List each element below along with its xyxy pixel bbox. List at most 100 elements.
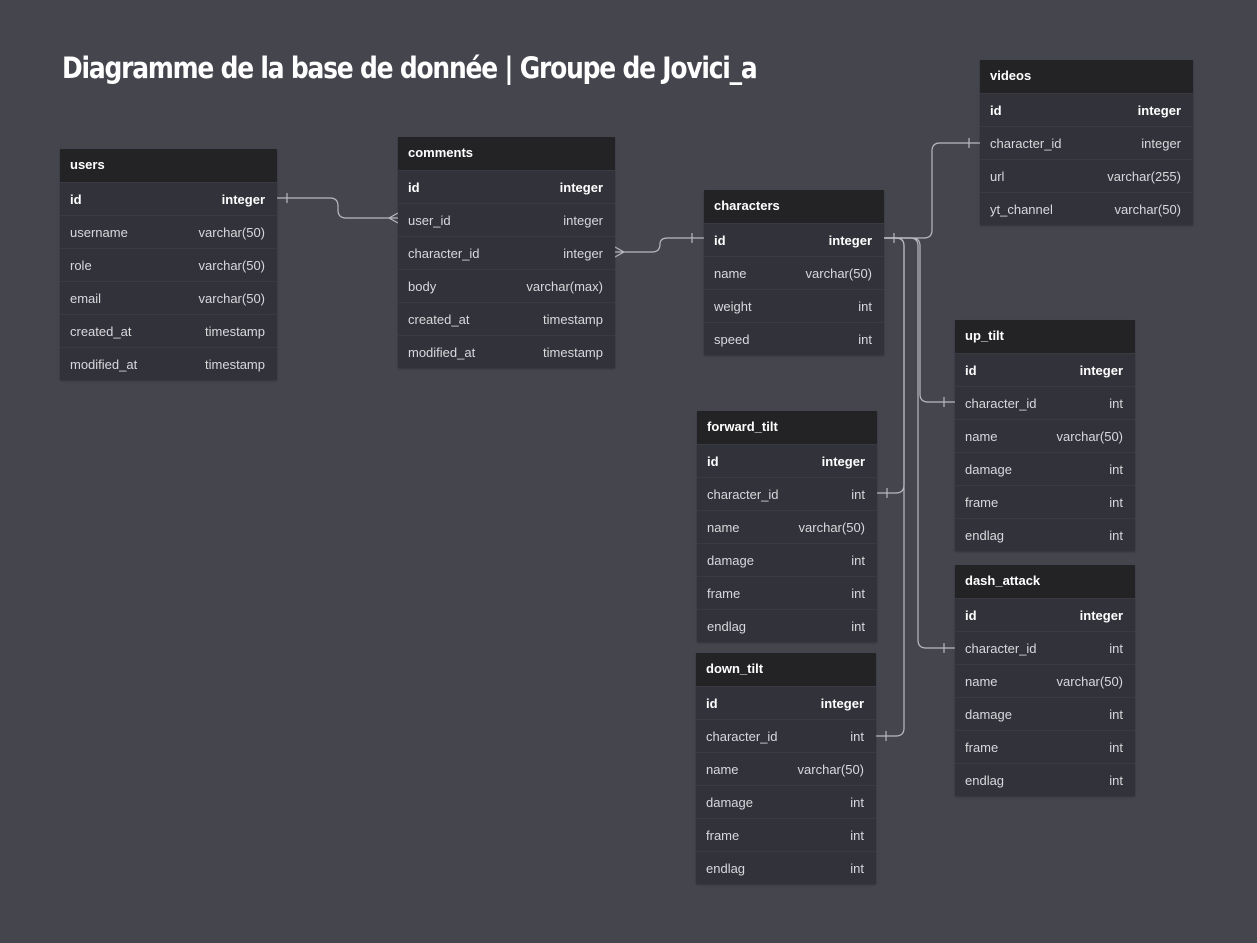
- column-name: speed: [714, 331, 750, 347]
- table-forward-tilt[interactable]: forward_tilt id integer character_id int n…: [697, 411, 877, 642]
- column-type: timestamp: [543, 311, 603, 327]
- column-type: integer: [828, 232, 872, 248]
- column-name: id: [408, 179, 420, 195]
- table-row: endlag int: [697, 609, 877, 642]
- table-row: damage int: [955, 452, 1135, 485]
- table-row: modified_at timestamp: [60, 347, 277, 380]
- column-type: int: [850, 794, 864, 810]
- column-name: id: [707, 453, 719, 469]
- column-name: name: [714, 265, 747, 281]
- column-type: varchar(50): [1114, 201, 1181, 217]
- table-row: damage int: [696, 785, 876, 818]
- column-name: frame: [965, 494, 999, 510]
- column-name: character_id: [990, 135, 1062, 151]
- link-characters-up-tilt: [884, 237, 955, 407]
- column-name: endlag: [965, 527, 1005, 543]
- table-row: yt_channel varchar(50): [980, 192, 1193, 225]
- table-characters[interactable]: characters id integer name varchar(50) wei…: [704, 190, 884, 355]
- table-header: forward_tilt: [697, 411, 877, 444]
- column-name: name: [965, 673, 998, 689]
- column-type: int: [858, 331, 872, 347]
- column-name: role: [70, 257, 92, 273]
- column-type: timestamp: [543, 344, 603, 360]
- link-characters-videos: [884, 138, 980, 243]
- table-row: modified_at timestamp: [398, 335, 615, 368]
- column-type: int: [1109, 739, 1123, 755]
- table-header: down_tilt: [696, 653, 876, 686]
- column-type: varchar(50): [797, 761, 864, 777]
- table-row: character_id int: [955, 631, 1135, 664]
- column-name: endlag: [707, 618, 747, 634]
- table-up-tilt[interactable]: up_tilt id integer character_id int name va…: [955, 320, 1135, 551]
- table-header: up_tilt: [955, 320, 1135, 353]
- column-name: username: [70, 224, 128, 240]
- column-name: user_id: [408, 212, 451, 228]
- column-name: name: [706, 761, 739, 777]
- table-row: id integer: [398, 170, 615, 203]
- table-videos[interactable]: videos id integer character_id integer url…: [980, 60, 1193, 225]
- table-row: username varchar(50): [60, 215, 277, 248]
- link-comments-characters: [614, 233, 704, 258]
- column-name: damage: [706, 794, 753, 810]
- table-row: id integer: [696, 686, 876, 719]
- column-type: varchar(50): [198, 224, 265, 240]
- column-name: weight: [714, 298, 752, 314]
- table-row: endlag int: [955, 518, 1135, 551]
- table-users[interactable]: users id integer username varchar(50) role…: [60, 149, 277, 380]
- table-row: name varchar(50): [955, 419, 1135, 452]
- column-name: modified_at: [70, 356, 138, 372]
- column-type: integer: [1137, 102, 1181, 118]
- column-name: damage: [965, 461, 1012, 477]
- column-name: character_id: [707, 486, 779, 502]
- column-name: endlag: [965, 772, 1005, 788]
- table-row: damage int: [955, 697, 1135, 730]
- table-row: frame int: [955, 485, 1135, 518]
- column-name: id: [706, 695, 718, 711]
- table-comments[interactable]: comments id integer user_id integer charac…: [398, 137, 615, 368]
- column-type: integer: [1079, 607, 1123, 623]
- table-header: videos: [980, 60, 1193, 93]
- column-name: id: [965, 362, 977, 378]
- column-type: int: [851, 552, 865, 568]
- table-row: created_at timestamp: [398, 302, 615, 335]
- table-row: character_id int: [697, 477, 877, 510]
- column-type: int: [850, 860, 864, 876]
- column-name: id: [990, 102, 1002, 118]
- column-name: email: [70, 290, 102, 306]
- column-name: yt_channel: [990, 201, 1053, 217]
- table-row: created_at timestamp: [60, 314, 277, 347]
- link-users-comments: [277, 193, 399, 224]
- column-type: varchar(50): [805, 265, 872, 281]
- column-type: timestamp: [205, 323, 265, 339]
- table-dash-attack[interactable]: dash_attack id integer character_id int na…: [955, 565, 1135, 796]
- column-type: int: [858, 298, 872, 314]
- table-row: id integer: [955, 598, 1135, 631]
- table-row: url varchar(255): [980, 159, 1193, 192]
- table-down-tilt[interactable]: down_tilt id integer character_id int name…: [696, 653, 876, 884]
- table-header: users: [60, 149, 277, 182]
- column-name: created_at: [70, 323, 132, 339]
- column-type: integer: [1141, 135, 1181, 151]
- column-name: modified_at: [408, 344, 476, 360]
- column-name: endlag: [706, 860, 746, 876]
- column-type: integer: [563, 212, 603, 228]
- column-name: character_id: [965, 395, 1037, 411]
- table-row: frame int: [697, 576, 877, 609]
- table-row: damage int: [697, 543, 877, 576]
- table-header: characters: [704, 190, 884, 223]
- column-name: name: [965, 428, 998, 444]
- table-row: frame int: [955, 730, 1135, 763]
- column-type: int: [1109, 461, 1123, 477]
- column-type: integer: [559, 179, 603, 195]
- column-type: int: [850, 728, 864, 744]
- column-type: integer: [221, 191, 265, 207]
- column-type: int: [851, 618, 865, 634]
- column-type: integer: [1079, 362, 1123, 378]
- column-type: varchar(50): [1056, 428, 1123, 444]
- table-row: user_id integer: [398, 203, 615, 236]
- column-type: int: [850, 827, 864, 843]
- column-name: created_at: [408, 311, 470, 327]
- table-row: email varchar(50): [60, 281, 277, 314]
- table-row: character_id int: [696, 719, 876, 752]
- table-row: character_id int: [955, 386, 1135, 419]
